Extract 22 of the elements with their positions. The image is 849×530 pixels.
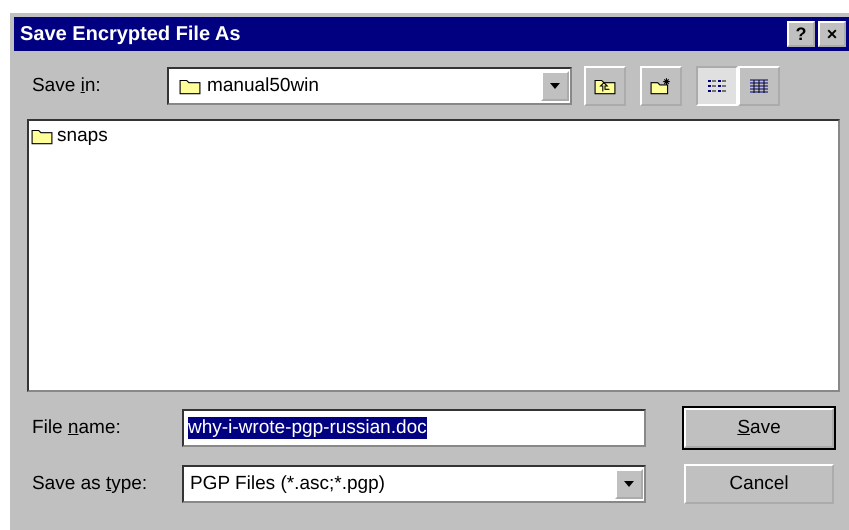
dialog-button[interactable]: Save: [684, 408, 834, 448]
field-label: Save in:: [32, 75, 102, 97]
list-view-button[interactable]: [696, 66, 738, 106]
title-bar-button[interactable]: ×: [818, 21, 846, 47]
field-label: File name:: [32, 417, 122, 439]
field-label: Save as type:: [32, 473, 148, 495]
folder-item[interactable]: snaps: [31, 125, 108, 147]
up-folder-button[interactable]: [584, 66, 626, 106]
details-view-icon: [749, 78, 769, 94]
up-folder-icon: [594, 77, 616, 95]
details-view-button[interactable]: [738, 66, 780, 106]
folder-icon: [179, 77, 201, 95]
window-title: Save Encrypted File As: [20, 22, 240, 46]
title-bar-button[interactable]: ?: [787, 21, 815, 47]
folder-icon: [31, 127, 53, 145]
list-view-icon: [707, 78, 727, 94]
file-name-field[interactable]: why-i-wrote-pgp-russian.doc: [182, 409, 646, 447]
save-in-dropdown[interactable]: manual50win: [167, 67, 572, 105]
new-folder-button[interactable]: [640, 66, 682, 106]
dialog-button[interactable]: Cancel: [684, 464, 834, 504]
file-type-dropdown[interactable]: PGP Files (*.asc;*.pgp): [182, 465, 646, 503]
new-folder-icon: [650, 77, 672, 95]
